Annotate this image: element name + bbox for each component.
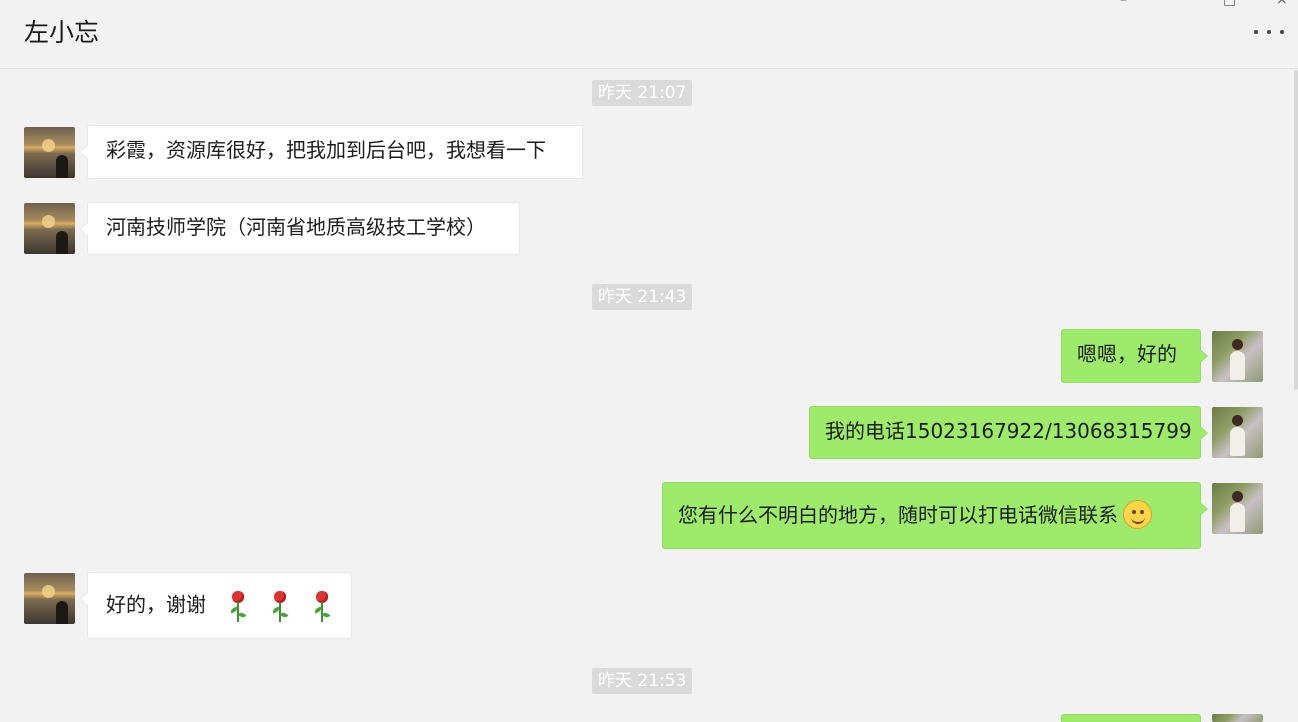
chat-window: 左小忘 – □ × 昨天 21:07 彩霞，资源库很好，把我加到后台吧，我想看一… — [0, 0, 1298, 722]
outgoing-message-bubble-partial[interactable] — [1061, 714, 1201, 722]
maximize-button[interactable]: □ — [1223, 0, 1236, 8]
chat-title: 左小忘 — [24, 18, 100, 47]
timestamp: 昨天 21:53 — [592, 668, 693, 694]
message-text: 我的电话15023167922/13068315799 — [825, 419, 1192, 443]
minimize-button[interactable]: – — [1120, 0, 1127, 8]
incoming-message-bubble[interactable]: 河南技师学院（河南省地质高级技工学校） — [80, 202, 520, 255]
smile-icon — [1123, 500, 1152, 529]
message-text: 嗯嗯，好的 — [1077, 342, 1177, 366]
outgoing-message-bubble[interactable]: 您有什么不明白的地方，随时可以打电话微信联系 — [662, 482, 1208, 549]
outgoing-message-bubble[interactable]: 嗯嗯，好的 — [1061, 329, 1208, 383]
user-avatar-partial[interactable] — [1212, 714, 1263, 722]
rose-icon — [268, 591, 290, 623]
rose-icon — [226, 591, 248, 623]
contact-avatar[interactable] — [24, 127, 75, 178]
contact-avatar[interactable] — [24, 573, 75, 624]
timestamp: 昨天 21:07 — [592, 80, 693, 106]
rose-icon — [310, 591, 332, 623]
scrollbar[interactable] — [1294, 70, 1298, 390]
message-text: 彩霞，资源库很好，把我加到后台吧，我想看一下 — [106, 138, 546, 162]
user-avatar[interactable] — [1212, 331, 1263, 382]
chat-header: 左小忘 – □ × — [0, 0, 1298, 69]
incoming-message-bubble[interactable]: 好的，谢谢 — [80, 572, 352, 639]
incoming-message-bubble[interactable]: 彩霞，资源库很好，把我加到后台吧，我想看一下 — [80, 125, 583, 179]
user-avatar[interactable] — [1212, 483, 1263, 534]
more-options-icon[interactable] — [1254, 24, 1284, 40]
close-button[interactable]: × — [1276, 0, 1288, 8]
message-text-content: 好的，谢谢 — [106, 592, 206, 617]
contact-avatar[interactable] — [24, 203, 75, 254]
timestamp: 昨天 21:43 — [592, 284, 693, 310]
message-text: 您有什么不明白的地方，随时可以打电话微信联系 — [678, 500, 1152, 531]
message-text-content: 您有什么不明白的地方，随时可以打电话微信联系 — [678, 503, 1118, 527]
user-avatar[interactable] — [1212, 407, 1263, 458]
message-text: 好的，谢谢 — [106, 590, 332, 622]
outgoing-message-bubble[interactable]: 我的电话15023167922/13068315799 — [809, 406, 1208, 459]
message-text: 河南技师学院（河南省地质高级技工学校） — [106, 215, 486, 239]
